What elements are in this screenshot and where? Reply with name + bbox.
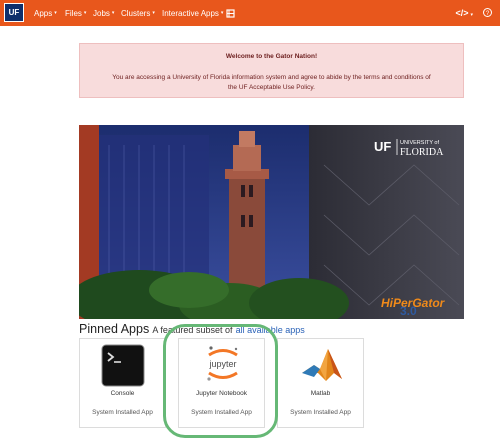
uf-logo[interactable]: UF (4, 3, 24, 22)
menu-apps[interactable]: Apps ▾ (34, 0, 57, 26)
chevron-down-icon: ▾ (54, 10, 57, 16)
navbar: UF Apps ▾ Files ▾ Jobs ▾ Clusters ▾ Interact… (0, 0, 500, 26)
all-my-sessions-icon[interactable] (226, 0, 235, 26)
menu-clusters[interactable]: Clusters ▾ (121, 0, 155, 26)
chevron-down-icon: ▾ (83, 10, 87, 16)
chevron-down-icon: ▾ (152, 10, 155, 16)
app-name: Matlab (310, 390, 331, 397)
chevron-down-icon: ▾ (470, 12, 473, 18)
chevron-down-icon: ▾ (220, 10, 224, 16)
university-line1: UNIVERSITY of (400, 140, 439, 146)
terminal-icon (101, 344, 145, 387)
app-card-matlab[interactable]: Matlab System Installed App (277, 338, 364, 428)
alert-body: You are accessing a University of Florid… (112, 74, 431, 91)
hipergator-version: 3.0 (400, 304, 417, 318)
welcome-alert: Welcome to the Gator Nation! You are acc… (79, 43, 464, 98)
app-category: System Installed App (290, 409, 351, 416)
app-card-console[interactable]: Console System Installed App (79, 338, 166, 428)
menu-interactive-apps[interactable]: Interactive Apps ▾ (162, 0, 223, 26)
alert-title: Welcome to the Gator Nation! (225, 53, 318, 60)
pinned-title: Pinned Apps (79, 322, 150, 336)
uf-mark: UF (374, 139, 391, 154)
university-line2: FLORIDA (400, 147, 444, 158)
hero-banner: UF UNIVERSITY of FLORIDA HiPerGator 3.0 (79, 125, 464, 319)
chevron-down-icon: ▾ (111, 10, 115, 16)
develop-menu[interactable]: </> ▾ (455, 8, 473, 18)
menu-files[interactable]: Files ▾ (65, 0, 86, 26)
menu-jobs[interactable]: Jobs ▾ (93, 0, 114, 26)
app-category: System Installed App (92, 409, 153, 416)
highlight-ring (163, 324, 278, 438)
matlab-icon (302, 349, 342, 381)
app-name: Console (110, 390, 135, 397)
help-icon[interactable]: ? (483, 7, 492, 19)
